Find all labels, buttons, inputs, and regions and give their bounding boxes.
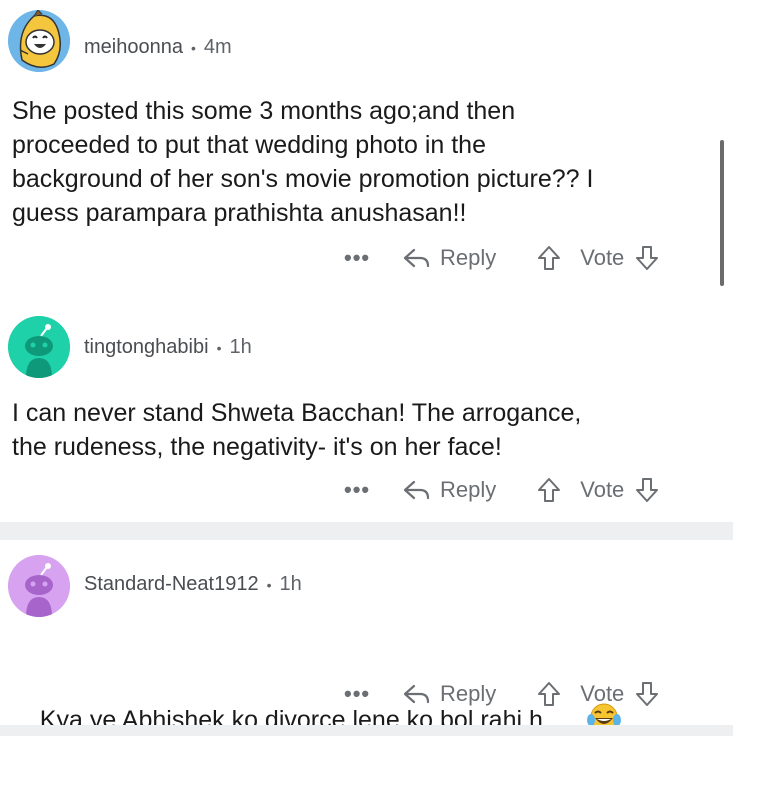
comment-1: meihoonna • 4m She posted this some 3 mo… <box>0 0 733 300</box>
timestamp: 1h <box>279 573 302 595</box>
vote-control: Vote <box>536 476 660 504</box>
timestamp: 1h <box>229 336 252 358</box>
vote-label: Vote <box>580 245 625 270</box>
timestamp: 4m <box>203 36 232 58</box>
downvote-arrow-icon[interactable] <box>634 244 660 272</box>
reply-arrow-icon <box>403 480 430 500</box>
reply-arrow-icon <box>403 248 430 268</box>
reply-button[interactable]: Reply <box>402 245 496 271</box>
comment-header: Standard-Neat1912 • 1h <box>84 573 302 596</box>
vote-control: Vote <box>536 680 660 708</box>
username[interactable]: Standard-Neat1912 <box>84 573 259 596</box>
more-options-button[interactable]: ••• <box>344 681 384 707</box>
vote-label: Vote <box>580 477 625 502</box>
comment-text: I can never stand Shweta Bacchan! The ar… <box>12 399 582 461</box>
reply-arrow-icon <box>403 684 430 704</box>
reply-label: Reply <box>440 245 497 270</box>
comment-separator <box>0 522 733 540</box>
comment-actions: ••• Reply Vote <box>344 473 714 507</box>
comment-actions: ••• Reply Vote <box>344 677 714 711</box>
comment-header: meihoonna • 4m <box>84 36 232 59</box>
reply-label: Reply <box>440 681 497 706</box>
comment-text: She posted this some 3 months ago;and th… <box>12 97 594 227</box>
upvote-arrow-icon[interactable] <box>536 680 562 708</box>
username[interactable]: tingtonghabibi <box>84 336 209 359</box>
username[interactable]: meihoonna <box>84 36 183 59</box>
comment-actions: ••• Reply Vote <box>344 241 714 275</box>
more-options-button[interactable]: ••• <box>344 245 384 271</box>
snoo-default-avatar-icon <box>8 316 70 378</box>
vote-control: Vote <box>536 244 660 272</box>
comment-3: Standard-Neat1912 • 1h Kya ye Abhishek k… <box>0 540 733 734</box>
thread-line <box>720 140 724 286</box>
comment-text: Kya ye Abhishek ko divorce lene ko bol r… <box>12 634 622 809</box>
comment-header: tingtonghabibi • 1h <box>84 336 252 359</box>
comment-2: tingtonghabibi • 1h I can never stand Sh… <box>0 300 733 522</box>
snoo-default-avatar-icon <box>8 555 70 617</box>
upvote-arrow-icon[interactable] <box>536 476 562 504</box>
downvote-arrow-icon[interactable] <box>634 476 660 504</box>
reply-button[interactable]: Reply <box>402 477 496 503</box>
separator-dot: • <box>266 576 272 593</box>
avatar[interactable] <box>8 316 70 378</box>
reply-label: Reply <box>440 477 497 502</box>
comment-separator <box>0 725 733 736</box>
more-options-button[interactable]: ••• <box>344 477 384 503</box>
upvote-arrow-icon[interactable] <box>536 244 562 272</box>
reply-button[interactable]: Reply <box>402 681 496 707</box>
downvote-arrow-icon[interactable] <box>634 680 660 708</box>
separator-dot: • <box>190 39 196 56</box>
separator-dot: • <box>216 339 222 356</box>
avatar[interactable] <box>8 10 70 72</box>
vote-label: Vote <box>580 681 625 706</box>
snoo-banana-avatar-icon <box>8 10 70 72</box>
avatar[interactable] <box>8 555 70 617</box>
